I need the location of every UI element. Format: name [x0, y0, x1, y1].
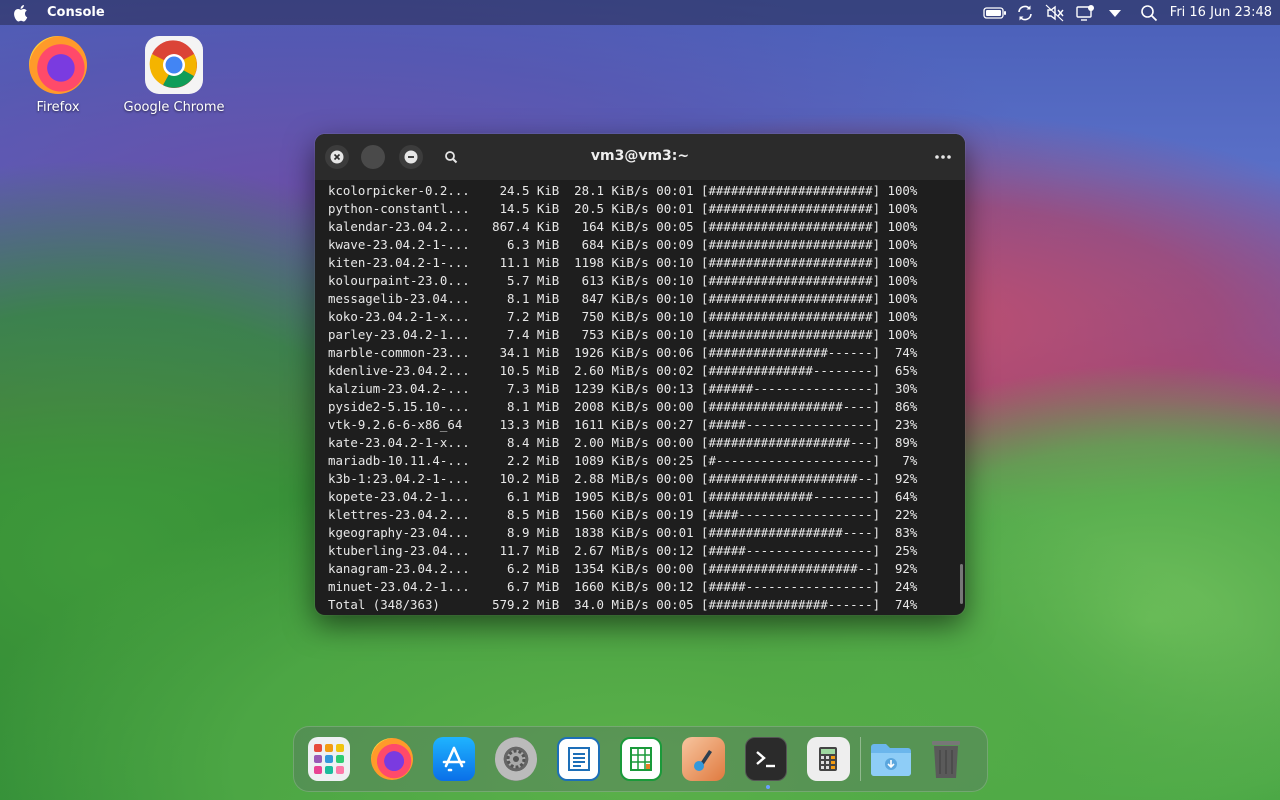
firefox-icon: [370, 738, 413, 780]
firefox-icon: [29, 36, 87, 94]
dock-item-trash[interactable]: [925, 737, 967, 781]
dock-item-calculator[interactable]: [807, 737, 850, 781]
window-menu-button[interactable]: [931, 145, 955, 169]
terminal-line: kwave-23.04.2-1-... 6.3 MiB 684 KiB/s 00…: [328, 237, 918, 252]
terminal-line: kanagram-23.04.2... 6.2 MiB 1354 KiB/s 0…: [328, 561, 918, 576]
terminal-window[interactable]: vm3@vm3:~ kcolorpicker-0.2... 24.5 KiB 2…: [315, 134, 965, 615]
refresh-icon[interactable]: [1010, 0, 1040, 25]
dock-item-terminal[interactable]: [744, 737, 788, 789]
terminal-line: kgeography-23.04... 8.9 MiB 1838 KiB/s 0…: [328, 525, 918, 540]
terminal-line: messagelib-23.04... 8.1 MiB 847 KiB/s 00…: [328, 291, 918, 306]
chrome-icon: [145, 36, 203, 94]
drawing-icon: [693, 750, 712, 771]
terminal-line: marble-common-23... 34.1 MiB 1926 KiB/s …: [328, 345, 918, 360]
trash-icon: [931, 741, 960, 778]
dropdown-arrow-icon[interactable]: [1100, 0, 1130, 25]
battery-icon[interactable]: [980, 0, 1010, 25]
terminal-line: kopete-23.04.2-1... 6.1 MiB 1905 KiB/s 0…: [328, 489, 918, 504]
volume-muted-icon[interactable]: [1040, 0, 1070, 25]
terminal-line: mariadb-10.11.4-... 2.2 MiB 1089 KiB/s 0…: [328, 453, 918, 468]
dock-item-downloads[interactable]: [869, 737, 913, 781]
terminal-line: klettres-23.04.2... 8.5 MiB 1560 KiB/s 0…: [328, 507, 918, 522]
terminal-line: kdenlive-23.04.2... 10.5 MiB 2.60 MiB/s …: [328, 363, 918, 378]
terminal-line: vtk-9.2.6-6-x86_64 13.3 MiB 1611 KiB/s 0…: [328, 417, 918, 432]
menu-bar: Console Fri 16 Jun 23:48: [0, 0, 1280, 25]
window-title: vm3@vm3:~: [590, 148, 690, 164]
terminal-scrollbar[interactable]: [960, 564, 963, 604]
app-store-icon: [442, 746, 466, 772]
dock-item-app-store[interactable]: [432, 737, 476, 781]
terminal-icon: [756, 751, 776, 768]
dock-item-calc[interactable]: [619, 737, 663, 781]
apple-logo-icon[interactable]: [10, 3, 30, 23]
dock-separator: [859, 737, 861, 781]
dock-item-firefox[interactable]: [370, 737, 413, 781]
calculator-icon: [819, 747, 838, 771]
terminal-line: kalendar-23.04.2... 867.4 KiB 164 KiB/s …: [328, 219, 918, 234]
terminal-line: koko-23.04.2-1-x... 7.2 MiB 750 KiB/s 00…: [328, 309, 918, 324]
desktop-icon-chrome[interactable]: Google Chrome: [119, 36, 229, 115]
window-titlebar[interactable]: vm3@vm3:~: [315, 134, 965, 180]
app-grid-icon: [314, 744, 345, 774]
status-area: Fri 16 Jun 23:48: [980, 0, 1280, 25]
terminal-line: kiten-23.04.2-1-... 11.1 MiB 1198 KiB/s …: [328, 255, 918, 270]
terminal-line: ktuberling-23.04... 11.7 MiB 2.67 MiB/s …: [328, 543, 918, 558]
clock[interactable]: Fri 16 Jun 23:48: [1170, 5, 1272, 20]
desktop-icon-label: Google Chrome: [123, 100, 225, 115]
dock-item-system-settings[interactable]: [495, 737, 538, 781]
settings-icon: [506, 749, 526, 769]
active-app-name[interactable]: Console: [47, 5, 105, 20]
dock-item-launcher[interactable]: [308, 737, 351, 781]
terminal-output[interactable]: kcolorpicker-0.2... 24.5 KiB 28.1 KiB/s …: [328, 182, 962, 614]
dock: [293, 726, 988, 792]
document-icon: [567, 747, 590, 771]
desktop-icon-firefox[interactable]: Firefox: [3, 36, 113, 115]
search-icon[interactable]: [1134, 0, 1164, 25]
desktop-icon-label: Firefox: [36, 100, 80, 115]
terminal-line: Total (348/363) 579.2 MiB 34.0 MiB/s 00:…: [328, 597, 918, 612]
terminal-line: k3b-1:23.04.2-1-... 10.2 MiB 2.88 MiB/s …: [328, 471, 918, 486]
terminal-line: minuet-23.04.2-1... 6.7 MiB 1660 KiB/s 0…: [328, 579, 918, 594]
terminal-line: python-constantl... 14.5 KiB 20.5 KiB/s …: [328, 201, 918, 216]
dock-item-writer[interactable]: [557, 737, 600, 781]
terminal-line: kate-23.04.2-1-x... 8.4 MiB 2.00 MiB/s 0…: [328, 435, 918, 450]
running-indicator: [765, 785, 770, 789]
terminal-line: parley-23.04.2-1... 7.4 MiB 753 KiB/s 00…: [328, 327, 918, 342]
dock-item-draw[interactable]: [682, 737, 725, 781]
terminal-line: pyside2-5.15.10-... 8.1 MiB 2008 KiB/s 0…: [328, 399, 918, 414]
spreadsheet-icon: [630, 747, 653, 771]
display-icon[interactable]: [1070, 0, 1100, 25]
terminal-line: kolourpaint-23.0... 5.7 MiB 613 KiB/s 00…: [328, 273, 918, 288]
downloads-folder-icon: [870, 744, 911, 776]
terminal-line: kalzium-23.04.2-... 7.3 MiB 1239 KiB/s 0…: [328, 381, 918, 396]
terminal-line: kcolorpicker-0.2... 24.5 KiB 28.1 KiB/s …: [328, 183, 918, 198]
